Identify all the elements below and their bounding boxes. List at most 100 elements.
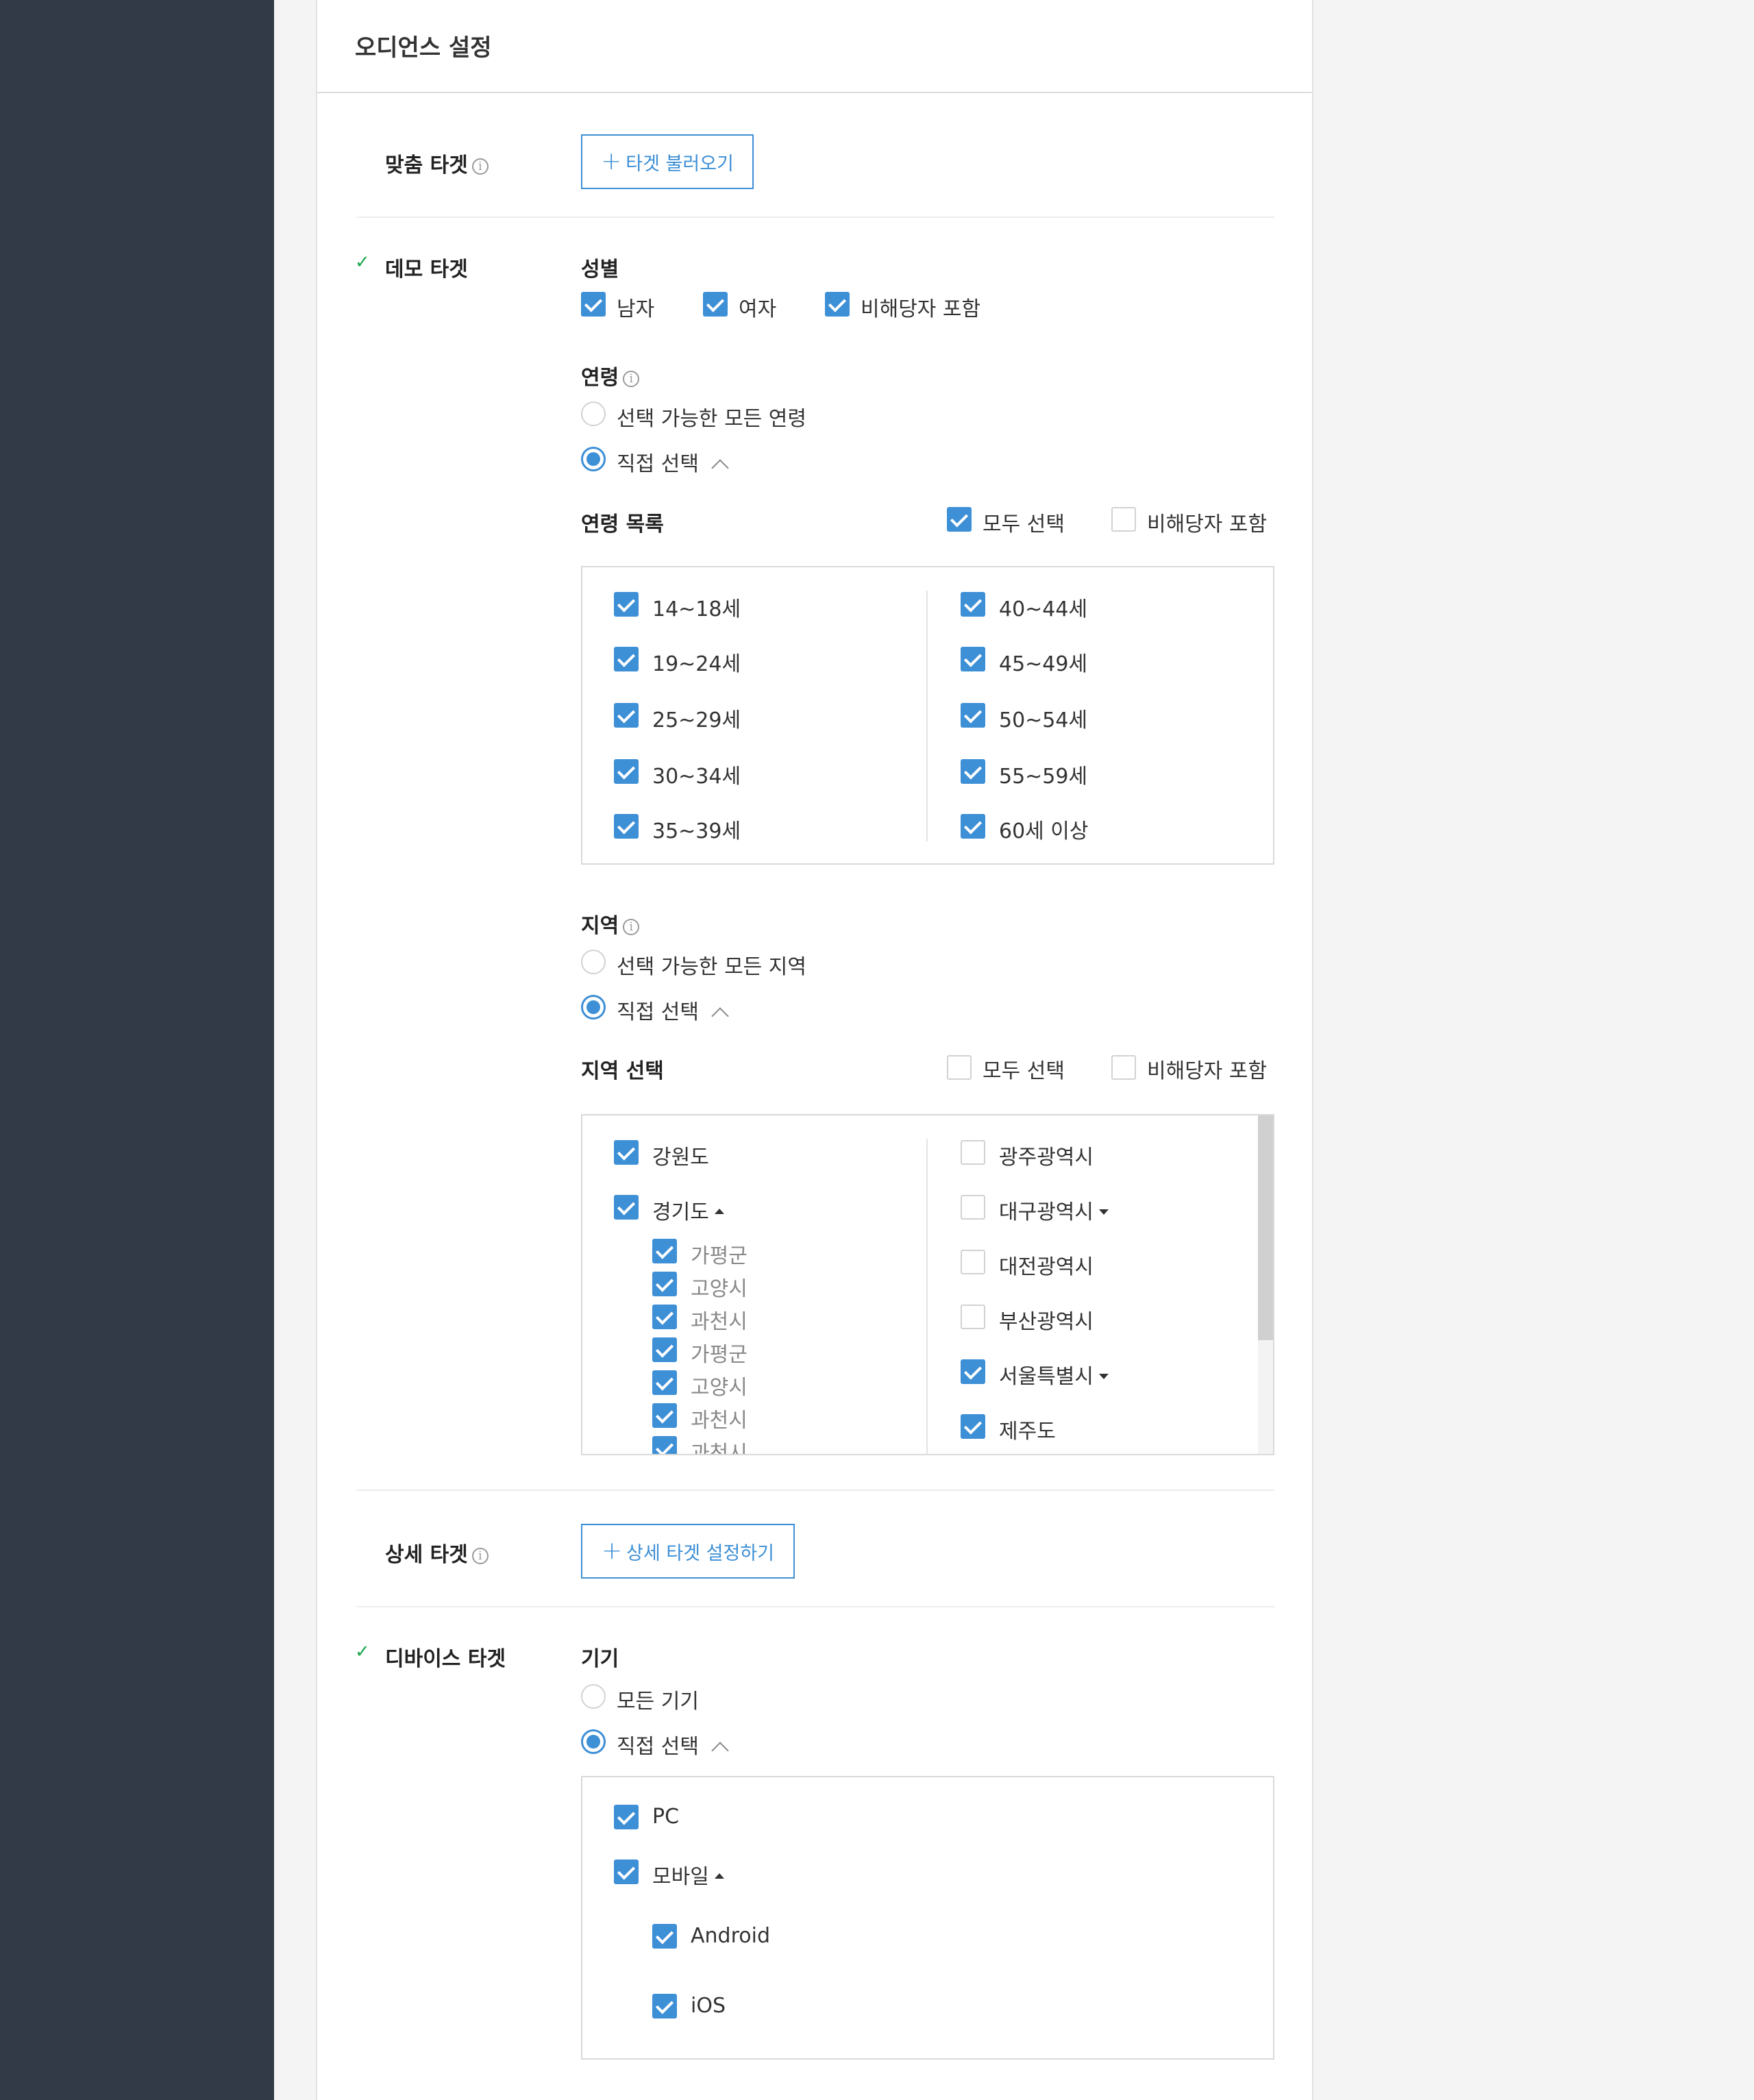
subdevice-checkbox[interactable]: [652, 1994, 677, 2018]
caret-up-icon[interactable]: [714, 1208, 724, 1214]
age-checkbox[interactable]: [614, 759, 639, 784]
age-all-radio[interactable]: [581, 402, 606, 426]
region-label-text: 서울특별시: [999, 1365, 1094, 1389]
region-list-title: 지역 선택: [581, 1059, 664, 1083]
region-label: 대전광역시: [999, 1255, 1094, 1279]
custom-target-label-text: 맞춤 타겟: [385, 153, 468, 177]
subregion-label: 가평군: [691, 1343, 748, 1367]
detail-target-button[interactable]: + 상세 타겟 설정하기: [581, 1524, 795, 1579]
age-checkbox[interactable]: [961, 814, 985, 839]
device-custom-radio[interactable]: [581, 1729, 606, 1754]
device-label-text: 모바일: [652, 1865, 709, 1889]
age-include-na-checkbox[interactable]: [1111, 507, 1136, 532]
region-label: 광주광역시: [999, 1146, 1094, 1170]
age-checkbox[interactable]: [961, 592, 985, 617]
header-divider: [317, 92, 1312, 93]
subdevice-checkbox[interactable]: [652, 1924, 677, 1949]
region-checkbox[interactable]: [961, 1140, 985, 1165]
region-label[interactable]: 서울특별시: [999, 1359, 1109, 1389]
caret-down-icon[interactable]: [1099, 1209, 1109, 1215]
info-icon[interactable]: i: [623, 918, 640, 935]
info-icon[interactable]: i: [471, 158, 489, 175]
age-title: 연령 i: [581, 360, 640, 391]
region-checkbox[interactable]: [614, 1140, 639, 1165]
subdevice-label: iOS: [691, 1994, 726, 2018]
device-checkbox[interactable]: [614, 1860, 639, 1884]
region-label-text: 대구광역시: [999, 1200, 1094, 1224]
gender-na-checkbox[interactable]: [825, 292, 850, 317]
age-label: 40~44세: [999, 597, 1088, 621]
age-include-na-label: 비해당자 포함: [1147, 512, 1268, 536]
gender-male-checkbox[interactable]: [581, 292, 606, 317]
detail-target-label: 상세 타겟 i: [385, 1537, 489, 1568]
age-checkbox[interactable]: [614, 703, 639, 728]
region-checkbox[interactable]: [961, 1305, 985, 1329]
section-divider: [356, 1606, 1274, 1607]
region-label: 제주도: [999, 1420, 1056, 1444]
load-target-button[interactable]: + 타겟 불러오기: [581, 134, 754, 189]
age-checkbox[interactable]: [961, 647, 985, 671]
demo-target-label: 데모 타겟: [385, 258, 468, 282]
subregion-checkbox[interactable]: [652, 1272, 677, 1296]
caret-down-icon[interactable]: [1099, 1373, 1109, 1379]
region-select-all-checkbox[interactable]: [947, 1055, 972, 1080]
detail-target-button-label: 상세 타겟 설정하기: [626, 1542, 775, 1564]
subregion-checkbox[interactable]: [652, 1370, 677, 1395]
device-all-radio[interactable]: [581, 1684, 606, 1709]
chevron-up-icon[interactable]: [711, 1006, 729, 1025]
subregion-checkbox[interactable]: [652, 1239, 677, 1263]
gender-title: 성별: [581, 258, 619, 282]
age-select-all-label: 모두 선택: [983, 512, 1065, 536]
subregion-checkbox[interactable]: [652, 1305, 677, 1329]
subregion-label: 과천시: [691, 1310, 748, 1334]
region-select-all-label: 모두 선택: [983, 1059, 1065, 1083]
info-icon[interactable]: i: [471, 1547, 489, 1564]
age-label: 14~18세: [652, 597, 741, 621]
region-label[interactable]: 대구광역시: [999, 1195, 1109, 1225]
load-target-button-label: 타겟 불러오기: [626, 153, 734, 175]
device-list-box: [581, 1776, 1274, 2060]
age-checkbox[interactable]: [614, 592, 639, 617]
region-checkbox[interactable]: [961, 1414, 985, 1439]
chevron-up-icon[interactable]: [711, 458, 729, 477]
region-custom-radio[interactable]: [581, 995, 606, 1020]
age-checkbox[interactable]: [961, 703, 985, 728]
chevron-up-icon[interactable]: [711, 1741, 729, 1759]
gender-female-checkbox[interactable]: [703, 292, 728, 317]
age-custom-label[interactable]: 직접 선택: [617, 447, 729, 477]
region-custom-label[interactable]: 직접 선택: [617, 995, 729, 1025]
device-custom-label[interactable]: 직접 선택: [617, 1729, 729, 1759]
age-select-all-checkbox[interactable]: [947, 507, 972, 532]
region-label-text: 경기도: [652, 1200, 709, 1224]
custom-target-label: 맞춤 타겟 i: [385, 148, 489, 178]
age-checkbox[interactable]: [614, 647, 639, 671]
subregion-label: 고양시: [691, 1277, 748, 1301]
device-label: PC: [652, 1805, 680, 1829]
age-custom-label-text: 직접 선택: [617, 452, 699, 476]
region-checkbox[interactable]: [961, 1195, 985, 1220]
caret-up-icon[interactable]: [714, 1873, 724, 1879]
scrollbar-thumb[interactable]: [1258, 1115, 1273, 1340]
region-checkbox[interactable]: [961, 1359, 985, 1384]
age-label: 45~49세: [999, 652, 1088, 676]
device-target-label: 디바이스 타겟: [385, 1647, 506, 1671]
subregion-checkbox[interactable]: [652, 1337, 677, 1362]
subregion-checkbox[interactable]: [652, 1403, 677, 1428]
page-title: 오디언스 설정: [355, 34, 492, 62]
age-label: 50~54세: [999, 708, 1088, 732]
age-custom-radio[interactable]: [581, 447, 606, 471]
region-all-radio[interactable]: [581, 950, 606, 974]
region-label[interactable]: 경기도: [652, 1195, 724, 1225]
device-checkbox[interactable]: [614, 1805, 639, 1829]
subregion-checkbox[interactable]: [652, 1436, 677, 1454]
region-checkbox[interactable]: [614, 1195, 639, 1220]
plus-icon: +: [601, 147, 622, 175]
age-checkbox[interactable]: [614, 814, 639, 839]
subdevice-label: Android: [691, 1924, 770, 1948]
region-checkbox[interactable]: [961, 1250, 985, 1274]
age-label: 19~24세: [652, 652, 741, 676]
region-include-na-checkbox[interactable]: [1111, 1055, 1136, 1080]
age-checkbox[interactable]: [961, 759, 985, 784]
info-icon[interactable]: i: [623, 370, 640, 387]
device-label[interactable]: 모바일: [652, 1860, 724, 1890]
